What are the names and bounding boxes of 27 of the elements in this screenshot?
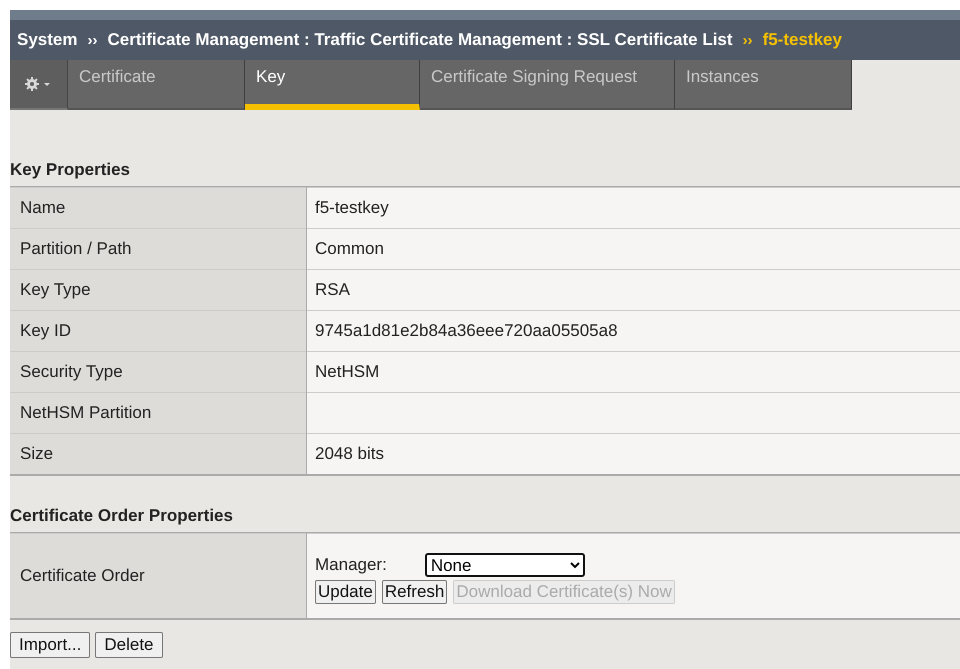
property-value: RSA <box>315 280 350 299</box>
property-label: Certificate Order <box>10 534 306 619</box>
property-label: Security Type <box>10 352 306 392</box>
manager-label: Manager: <box>315 554 387 574</box>
action-button[interactable]: Import... <box>10 632 90 658</box>
breadcrumb-item[interactable]: System <box>17 30 78 50</box>
property-value: 2048 bits <box>315 444 384 463</box>
property-label: Name <box>10 188 306 228</box>
breadcrumb-separator: ›› <box>87 32 98 48</box>
action-button[interactable]: Delete <box>95 632 162 658</box>
manager-select[interactable]: None <box>424 552 585 576</box>
tab[interactable]: Key <box>245 60 420 110</box>
breadcrumb-item[interactable]: Certificate Management : Traffic Certificate Management : SSL Certificate List <box>107 30 733 50</box>
property-label: Size <box>10 434 306 475</box>
property-label: NetHSM Partition <box>10 392 306 434</box>
property-label: Partition / Path <box>10 228 306 270</box>
property-value: f5-testkey <box>315 198 389 217</box>
action-button[interactable]: Update <box>315 580 376 604</box>
property-value: 9745a1d81e2b84a36eee720aa05505a8 <box>315 321 618 340</box>
breadcrumb-separator: ›› <box>742 32 753 48</box>
property-value: Common <box>315 239 384 258</box>
settings-menu-button[interactable] <box>10 60 68 110</box>
action-button[interactable]: Refresh <box>382 580 448 604</box>
property-value: NetHSM <box>315 362 380 381</box>
property-label: Key ID <box>10 310 306 352</box>
property-label: Key Type <box>10 270 306 310</box>
breadcrumb-item: f5-testkey <box>762 30 842 50</box>
